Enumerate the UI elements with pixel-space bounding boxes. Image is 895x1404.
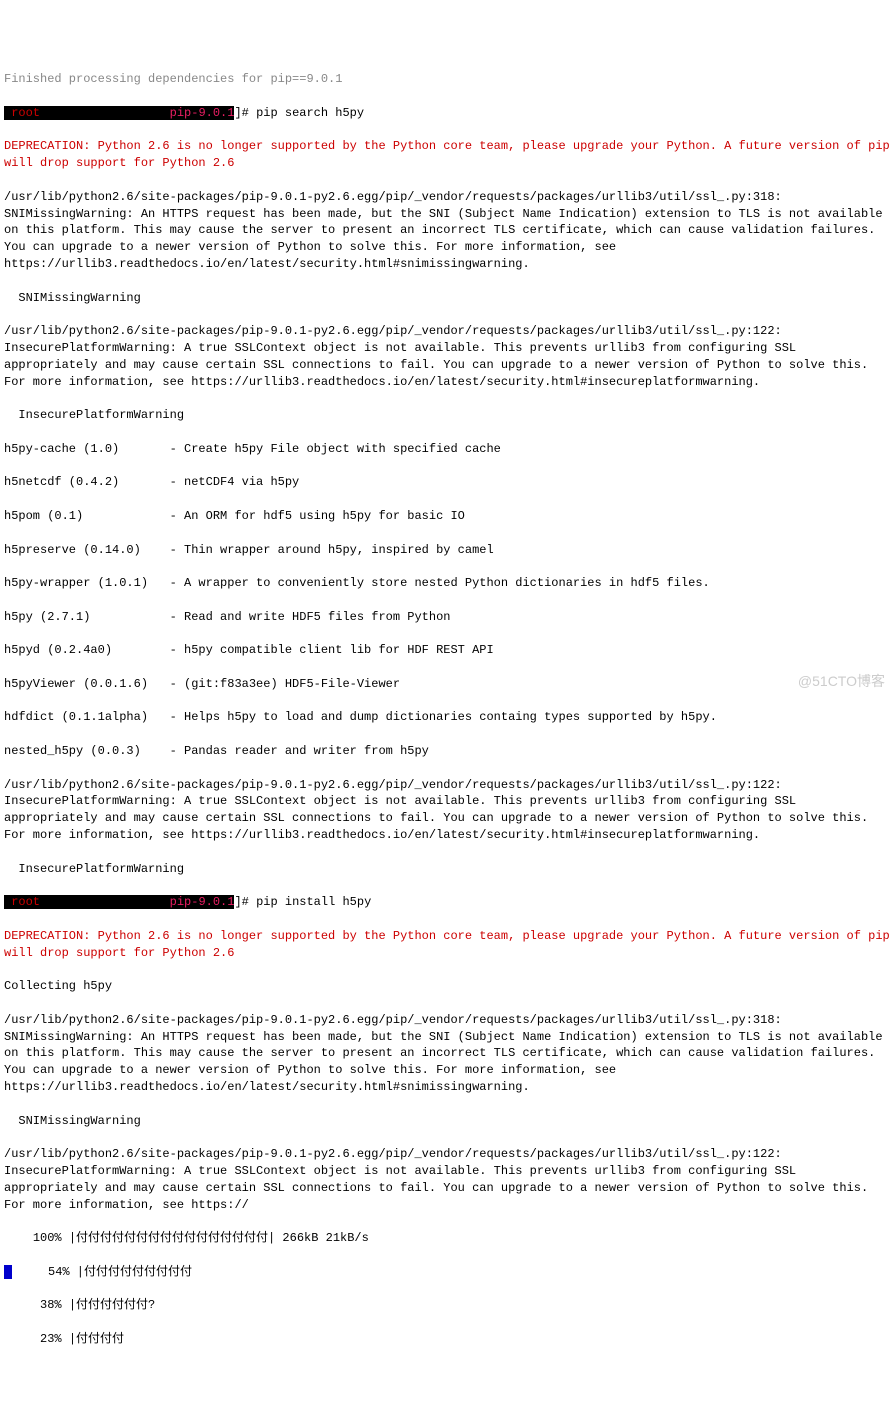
cursor-block bbox=[4, 1265, 12, 1279]
sni-warning-2: /usr/lib/python2.6/site-packages/pip-9.0… bbox=[4, 1012, 891, 1096]
cwd: pip-9.0.1 bbox=[170, 106, 235, 120]
progress-row: 54% |付付付付付付付付付 bbox=[4, 1264, 891, 1281]
cwd: pip-9.0.1 bbox=[170, 895, 235, 909]
deprecation-warning-2: DEPRECATION: Python 2.6 is no longer sup… bbox=[4, 928, 891, 962]
prompt-line-2[interactable]: [root@VM_149_70_centos pip-9.0.1]# pip i… bbox=[4, 894, 891, 911]
result-row: hdfdict (0.1.1alpha) - Helps h5py to loa… bbox=[4, 709, 891, 726]
insecure-warning-3: /usr/lib/python2.6/site-packages/pip-9.0… bbox=[4, 1146, 891, 1213]
result-row: h5py-wrapper (1.0.1) - A wrapper to conv… bbox=[4, 575, 891, 592]
result-row: h5pyd (0.2.4a0) - h5py compatible client… bbox=[4, 642, 891, 659]
prompt-line-1[interactable]: [root@VM_149_70_centos pip-9.0.1]# pip s… bbox=[4, 105, 891, 122]
progress-row: 38% |付付付付付付? bbox=[4, 1297, 891, 1314]
progress-row: 23% |付付付付 bbox=[4, 1331, 891, 1348]
bracket-close: ]# bbox=[234, 895, 256, 909]
progress-row: 100% |付付付付付付付付付付付付付付付付| 266kB 21kB/s bbox=[4, 1230, 891, 1247]
result-row: h5py-cache (1.0) - Create h5py File obje… bbox=[4, 441, 891, 458]
root-user: root bbox=[11, 106, 40, 120]
collecting-line: Collecting h5py bbox=[4, 978, 891, 995]
deprecation-warning: DEPRECATION: Python 2.6 is no longer sup… bbox=[4, 138, 891, 172]
bracket-close: ]# bbox=[234, 106, 256, 120]
bracket-open: [ bbox=[4, 895, 11, 909]
sni-label: SNIMissingWarning bbox=[4, 290, 891, 307]
watermark: @51CTO博客 bbox=[798, 672, 885, 692]
prev-output: Finished processing dependencies for pip… bbox=[4, 71, 891, 88]
hostname: @VM_149_70_centos bbox=[40, 106, 170, 120]
insecure-label-1: InsecurePlatformWarning bbox=[4, 407, 891, 424]
hostname: @VM_149_70_centos bbox=[40, 895, 170, 909]
result-row: h5netcdf (0.4.2) - netCDF4 via h5py bbox=[4, 474, 891, 491]
insecure-warning-2: /usr/lib/python2.6/site-packages/pip-9.0… bbox=[4, 777, 891, 844]
sni-warning-1: /usr/lib/python2.6/site-packages/pip-9.0… bbox=[4, 189, 891, 273]
result-row: h5pom (0.1) - An ORM for hdf5 using h5py… bbox=[4, 508, 891, 525]
insecure-label-2: InsecurePlatformWarning bbox=[4, 861, 891, 878]
result-row: h5preserve (0.14.0) - Thin wrapper aroun… bbox=[4, 542, 891, 559]
result-row: h5pyViewer (0.0.1.6) - (git:f83a3ee) HDF… bbox=[4, 676, 891, 693]
result-row: h5py (2.7.1) - Read and write HDF5 files… bbox=[4, 609, 891, 626]
result-row: nested_h5py (0.0.3) - Pandas reader and … bbox=[4, 743, 891, 760]
command-text: pip search h5py bbox=[256, 106, 364, 120]
command-text: pip install h5py bbox=[256, 895, 371, 909]
insecure-warning-1: /usr/lib/python2.6/site-packages/pip-9.0… bbox=[4, 323, 891, 390]
sni-label-2: SNIMissingWarning bbox=[4, 1113, 891, 1130]
root-user: root bbox=[11, 895, 40, 909]
